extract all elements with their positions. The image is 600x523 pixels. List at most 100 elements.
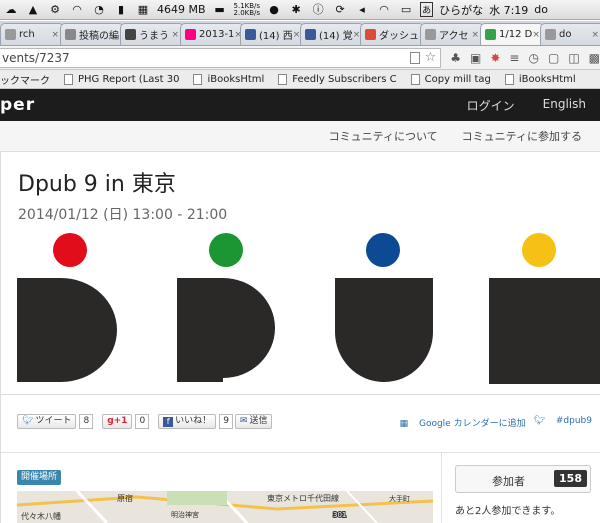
browser-tab[interactable]: ダッシュ×	[360, 23, 424, 45]
tab-favicon-icon	[5, 29, 16, 40]
bookmark-item[interactable]: Copy mill tag	[410, 73, 491, 85]
chip-icon[interactable]: ▦	[136, 3, 150, 16]
event-links: ▦ Google カレンダーに追加 🐦︎ #dpub9	[392, 416, 592, 429]
gplus-button[interactable]: g+1	[102, 414, 133, 429]
tab-favicon-icon	[425, 29, 436, 40]
wifi-icon[interactable]: ◠	[70, 3, 84, 16]
gauge-icon[interactable]: ◔	[92, 3, 106, 16]
tab-close-icon[interactable]: ×	[471, 30, 479, 40]
map-label-5: 301	[333, 511, 346, 519]
participants-box[interactable]: 参加者 158	[455, 465, 591, 493]
accessibility-icon[interactable]: ⓘ	[311, 3, 325, 16]
google-calendar-link[interactable]: ▦ Google カレンダーに追加	[400, 416, 526, 429]
clock[interactable]: 水 7:19	[489, 2, 528, 18]
page-icon[interactable]	[410, 51, 421, 64]
login-link[interactable]: ログイン	[467, 97, 515, 114]
browser-tab[interactable]: (14) 西 ×	[240, 23, 304, 45]
tab-label: アクセ	[439, 31, 469, 42]
browser-tab[interactable]: 2013-1 ×	[180, 23, 244, 45]
banner-dot-u	[366, 233, 400, 267]
event-date: 2014/01/12 (日) 13:00 - 21:00	[18, 207, 228, 223]
volume-icon[interactable]: ◂	[355, 3, 369, 16]
memory-readout: 4649 MB	[157, 3, 206, 16]
cloud-icon[interactable]: ☁	[4, 3, 18, 16]
facebook-icon: f	[163, 416, 174, 427]
tab-close-icon[interactable]: ×	[171, 30, 179, 40]
browser-tabbar: rch×投稿の編×うまう×2013-1×(14) 西×(14) 覚×ダッシュ×ア…	[0, 21, 600, 46]
bookmark-item[interactable]: Feedly Subscribers C	[278, 73, 397, 85]
tab-label: (14) 覚	[319, 31, 353, 42]
sync-icon[interactable]: ⟳	[333, 3, 347, 16]
browser-tab[interactable]: (14) 覚 ×	[300, 23, 364, 45]
bookmark-item[interactable]: ックマーク	[0, 72, 50, 87]
ruler-icon[interactable]: ≡	[509, 51, 519, 65]
tab-favicon-icon	[365, 29, 376, 40]
tab-close-icon[interactable]: ×	[532, 30, 540, 40]
bookmark-label: Feedly Subscribers C	[292, 73, 397, 85]
banner-dot-b	[522, 233, 556, 267]
bookmark-page-icon	[64, 73, 73, 85]
net-down: 2.0KB/s	[233, 8, 261, 17]
user-icon[interactable]: ●	[267, 3, 281, 16]
tab-close-icon[interactable]: ×	[51, 30, 59, 40]
banner-letter-u	[335, 278, 433, 382]
like-count: 9	[219, 414, 233, 429]
tweet-button[interactable]: 🐦︎ ツイート	[17, 414, 77, 429]
evernote-icon[interactable]: ♣	[450, 51, 461, 65]
ext-box-icon[interactable]: ▢	[548, 51, 559, 65]
ime-mode[interactable]: ひらがな	[439, 2, 483, 18]
user-name[interactable]: do	[534, 3, 548, 16]
hashtag-link[interactable]: 🐦︎ #dpub9	[534, 416, 592, 429]
bookmark-item[interactable]: iBooksHtml	[504, 73, 576, 85]
banner-letter-d	[17, 278, 117, 382]
tab-favicon-icon	[125, 29, 136, 40]
gplus-label: g+1	[107, 416, 128, 426]
about-community-link[interactable]: コミュニティについて	[329, 128, 438, 144]
venue-badge: 開催場所	[17, 470, 62, 485]
drive-icon[interactable]: ▲	[26, 3, 40, 16]
site-logo[interactable]: per	[0, 95, 35, 115]
gplus-count: 0	[135, 414, 150, 429]
banner-letter-p	[177, 278, 275, 382]
wifi2-icon[interactable]: ◠	[377, 3, 391, 16]
bookmark-label: iBooksHtml	[207, 73, 265, 85]
send-button[interactable]: ✉ 送信	[234, 414, 273, 429]
pocket-icon[interactable]: ▣	[470, 51, 481, 65]
browser-tab[interactable]: do ×	[540, 23, 600, 45]
browser-tab[interactable]: 投稿の編×	[60, 23, 124, 45]
bookmarks-bar: ックマーク PHG Report (Last 30 iBooksHtml Feedly…	[0, 70, 600, 89]
like-button[interactable]: f いいね！	[158, 414, 217, 429]
social-buttons: 🐦︎ ツイート 8 g+1 0 f いいね！ 9 ✉ 送信	[17, 414, 273, 429]
browser-tab[interactable]: 1/12 D ×	[480, 23, 544, 45]
language-link[interactable]: English	[543, 97, 586, 114]
browser-tab[interactable]: うまう ×	[120, 23, 184, 45]
map-label-2: 原宿	[117, 493, 133, 503]
join-community-link[interactable]: コミュニティに参加する	[462, 128, 582, 144]
banner-dot-p	[209, 233, 243, 267]
content-divider	[1, 452, 600, 453]
gear-icon[interactable]: ⚙	[48, 3, 62, 16]
bookmark-page-icon	[504, 73, 514, 85]
tab-favicon-icon	[305, 29, 316, 40]
browser-tab[interactable]: アクセ ×	[420, 23, 484, 45]
ext-misc-icon[interactable]: ▩	[589, 51, 600, 65]
bookmark-item[interactable]: iBooksHtml	[193, 73, 265, 85]
tab-favicon-icon	[185, 29, 196, 40]
chart-ext-icon[interactable]: ◫	[568, 51, 579, 65]
color-picker-icon[interactable]: ✸	[490, 51, 500, 65]
event-card: Dpub 9 in 東京 2014/01/12 (日) 13:00 - 21:0…	[0, 152, 600, 523]
tab-label: rch	[19, 29, 35, 40]
browser-tab[interactable]: rch ×	[0, 23, 64, 45]
bookmark-item[interactable]: PHG Report (Last 30	[64, 73, 179, 85]
tab-close-icon[interactable]: ×	[591, 30, 599, 40]
address-bar[interactable]: vents/7237 ☆	[0, 47, 442, 68]
site-header: per ログイン English	[0, 89, 600, 121]
browser-toolbar: vents/7237 ☆ ♣ ▣ ✸ ≡ ◷ ▢ ◫ ▩	[0, 46, 600, 70]
ime-badge-icon[interactable]: あ	[420, 2, 434, 17]
bluetooth-icon[interactable]: ✱	[289, 3, 303, 16]
clock-icon[interactable]: ◷	[528, 51, 538, 65]
venue-map[interactable]: 代々木八幡 原宿 明治神宮 東京メトロ千代田線 301 大手町	[17, 491, 433, 523]
battery-icon[interactable]: ▮	[114, 3, 128, 16]
battery2-icon[interactable]: ▭	[399, 3, 413, 16]
bookmark-star-icon[interactable]: ☆	[425, 49, 437, 67]
